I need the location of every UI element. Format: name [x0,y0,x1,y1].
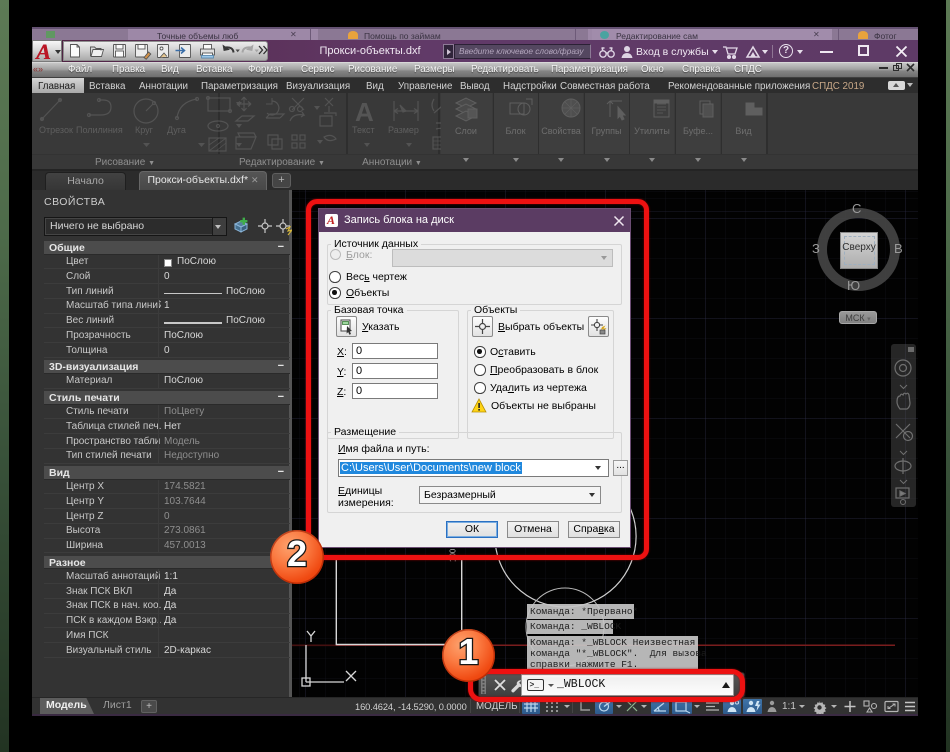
svg-text:Текст: Текст [352,125,375,135]
svg-text:Дуга: Дуга [167,125,186,135]
svg-text:Отрезок: Отрезок [39,125,73,135]
svg-text:Круг: Круг [135,125,154,135]
svg-text:Размер: Размер [388,125,419,135]
svg-text:Полилиния: Полилиния [76,125,123,135]
svg-text:A: A [355,97,374,127]
